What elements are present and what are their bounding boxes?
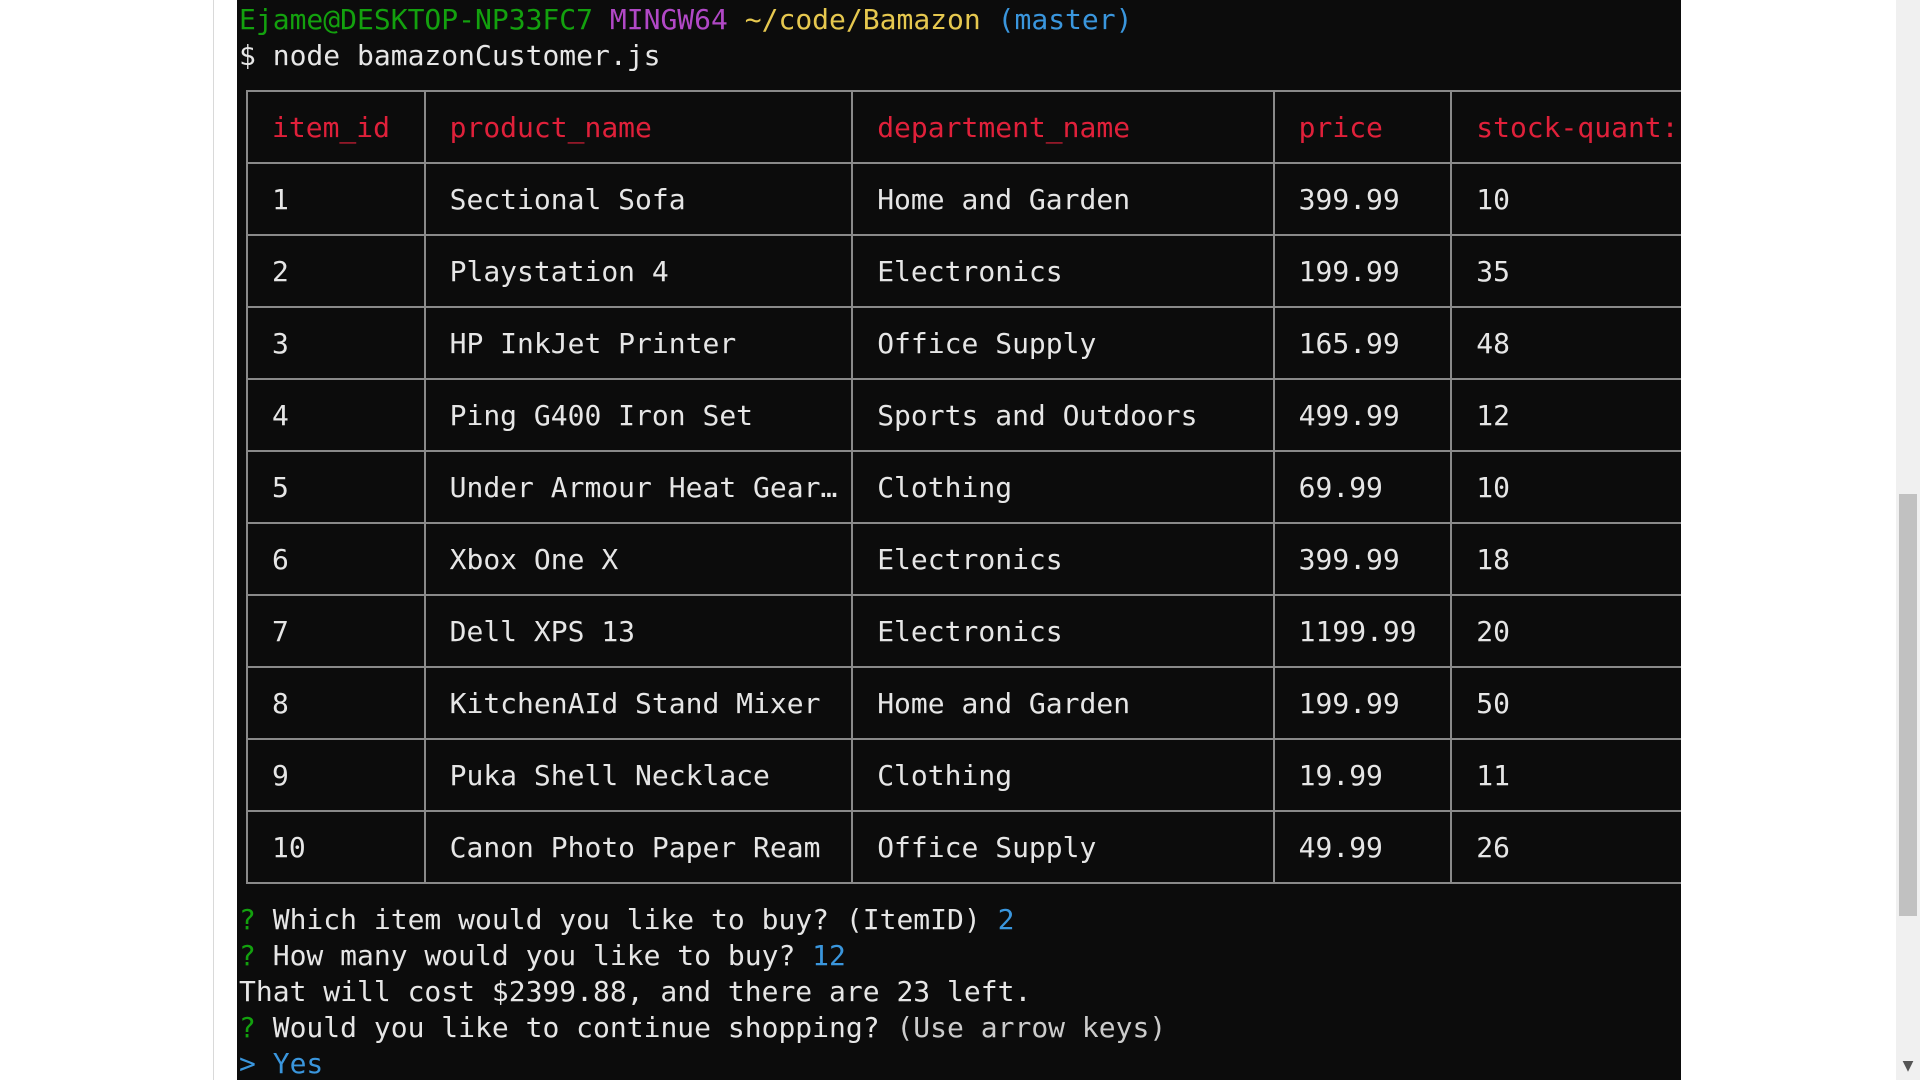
question-item-text: Which item would you like to buy? (ItemI… — [272, 903, 981, 936]
cell-product-name: Puka Shell Necklace — [423, 738, 854, 812]
header-department-name: department_name — [851, 90, 1275, 164]
cell-stock-quantity: 12 — [1450, 378, 1681, 452]
table-row: 9 Puka Shell Necklace Clothing 19.99 11 — [246, 738, 1681, 812]
cell-stock-quantity: 11 — [1450, 738, 1681, 812]
selection-line[interactable]: > Yes — [239, 1046, 323, 1080]
cell-item-id: 9 — [246, 738, 426, 812]
table-row: 3 HP InkJet Printer Office Supply 165.99 48 — [246, 306, 1681, 380]
cell-department-name: Home and Garden — [851, 162, 1275, 236]
cell-department-name: Office Supply — [851, 810, 1275, 884]
cell-department-name: Sports and Outdoors — [851, 378, 1275, 452]
cell-item-id: 8 — [246, 666, 426, 740]
cell-price: 19.99 — [1272, 738, 1453, 812]
cell-department-name: Clothing — [851, 450, 1275, 524]
cell-price: 199.99 — [1272, 234, 1453, 308]
cell-stock-quantity: 18 — [1450, 522, 1681, 596]
cell-price: 399.99 — [1272, 162, 1453, 236]
cell-price: 1199.99 — [1272, 594, 1453, 668]
table-header-row: item_id product_name department_name pri… — [246, 90, 1681, 164]
cell-product-name: Canon Photo Paper Ream — [423, 810, 854, 884]
header-product-name: product_name — [423, 90, 854, 164]
table-body: 1 Sectional Sofa Home and Garden 399.99 10 2 P… — [246, 162, 1681, 884]
header-price: price — [1272, 90, 1453, 164]
scrollbar-thumb[interactable] — [1899, 494, 1917, 916]
header-item-id: item_id — [246, 90, 426, 164]
table-row: 10 Canon Photo Paper Ream Office Supply 49.… — [246, 810, 1681, 884]
question-continue-line: ? Would you like to continue shopping? (… — [239, 1010, 1166, 1046]
table-row: 6 Xbox One X Electronics 399.99 18 — [246, 522, 1681, 596]
cell-price: 165.99 — [1272, 306, 1453, 380]
prompt-branch: (master) — [997, 3, 1133, 36]
question-quantity-text: How many would you like to buy? — [272, 939, 796, 972]
cell-stock-quantity: 26 — [1450, 810, 1681, 884]
answer-quantity: 12 — [812, 939, 846, 972]
prompt-shell: MINGW64 — [609, 3, 728, 36]
cell-item-id: 4 — [246, 378, 426, 452]
prompt-path: ~/code/Bamazon — [744, 3, 981, 36]
question-continue-hint: (Use arrow keys) — [896, 1011, 1167, 1044]
cell-product-name: Ping G400 Iron Set — [423, 378, 854, 452]
cell-stock-quantity: 50 — [1450, 666, 1681, 740]
selection-option-yes[interactable]: Yes — [273, 1047, 324, 1080]
cell-price: 199.99 — [1272, 666, 1453, 740]
selection-marker: > — [239, 1047, 256, 1080]
cell-product-name: HP InkJet Printer — [423, 306, 854, 380]
header-stock-quantity: stock-quant: — [1450, 90, 1681, 164]
cell-stock-quantity: 20 — [1450, 594, 1681, 668]
cell-price: 49.99 — [1272, 810, 1453, 884]
question-mark: ? — [239, 1011, 256, 1044]
cell-price: 499.99 — [1272, 378, 1453, 452]
cell-product-name: Dell XPS 13 — [423, 594, 854, 668]
cell-department-name: Electronics — [851, 234, 1275, 308]
cell-stock-quantity: 48 — [1450, 306, 1681, 380]
question-mark: ? — [239, 939, 256, 972]
table-row: 1 Sectional Sofa Home and Garden 399.99 10 — [246, 162, 1681, 236]
cell-price: 69.99 — [1272, 450, 1453, 524]
question-item-line: ? Which item would you like to buy? (Ite… — [239, 902, 1014, 938]
cell-item-id: 7 — [246, 594, 426, 668]
cell-department-name: Home and Garden — [851, 666, 1275, 740]
products-table: item_id product_name department_name pri… — [246, 90, 1681, 884]
table-row: 8 KitchenAId Stand Mixer Home and Garden 19… — [246, 666, 1681, 740]
cell-department-name: Office Supply — [851, 306, 1275, 380]
scroll-down-arrow-icon[interactable]: ▼ — [1898, 1058, 1918, 1078]
command-text: node bamazonCustomer.js — [272, 39, 661, 72]
cell-item-id: 1 — [246, 162, 426, 236]
result-line: That will cost $2399.88, and there are 2… — [239, 974, 1031, 1010]
table-row: 2 Playstation 4 Electronics 199.99 35 — [246, 234, 1681, 308]
cell-product-name: Sectional Sofa — [423, 162, 854, 236]
answer-item-id: 2 — [997, 903, 1015, 936]
cell-department-name: Electronics — [851, 522, 1275, 596]
table-row: 5 Under Armour Heat Gear… Clothing 69.99 10 — [246, 450, 1681, 524]
terminal-window[interactable]: Ejame@DESKTOP-NP33FC7 MINGW64 ~/code/Bam… — [237, 0, 1681, 1080]
cell-item-id: 5 — [246, 450, 426, 524]
cell-department-name: Clothing — [851, 738, 1275, 812]
cell-price: 399.99 — [1272, 522, 1453, 596]
window-left-edge — [213, 0, 214, 1080]
cell-stock-quantity: 10 — [1450, 450, 1681, 524]
result-text: That will cost $2399.88, and there are 2… — [239, 975, 1032, 1008]
cell-stock-quantity: 10 — [1450, 162, 1681, 236]
cell-product-name: KitchenAId Stand Mixer — [423, 666, 854, 740]
cell-product-name: Under Armour Heat Gear… — [423, 450, 854, 524]
cell-stock-quantity: 35 — [1450, 234, 1681, 308]
cell-product-name: Xbox One X — [423, 522, 854, 596]
command-symbol: $ — [239, 39, 256, 72]
shell-prompt-line: Ejame@DESKTOP-NP33FC7 MINGW64 ~/code/Bam… — [239, 2, 1132, 38]
cell-department-name: Electronics — [851, 594, 1275, 668]
table-row: 7 Dell XPS 13 Electronics 1199.99 20 — [246, 594, 1681, 668]
cell-product-name: Playstation 4 — [423, 234, 854, 308]
question-mark: ? — [239, 903, 256, 936]
question-quantity-line: ? How many would you like to buy? 12 — [239, 938, 846, 974]
question-continue-text: Would you like to continue shopping? — [272, 1011, 880, 1044]
prompt-user-host: Ejame@DESKTOP-NP33FC7 — [239, 3, 594, 36]
cell-item-id: 3 — [246, 306, 426, 380]
cell-item-id: 6 — [246, 522, 426, 596]
cell-item-id: 2 — [246, 234, 426, 308]
command-line: $ node bamazonCustomer.js — [239, 38, 660, 74]
cell-item-id: 10 — [246, 810, 426, 884]
table-row: 4 Ping G400 Iron Set Sports and Outdoors 49… — [246, 378, 1681, 452]
